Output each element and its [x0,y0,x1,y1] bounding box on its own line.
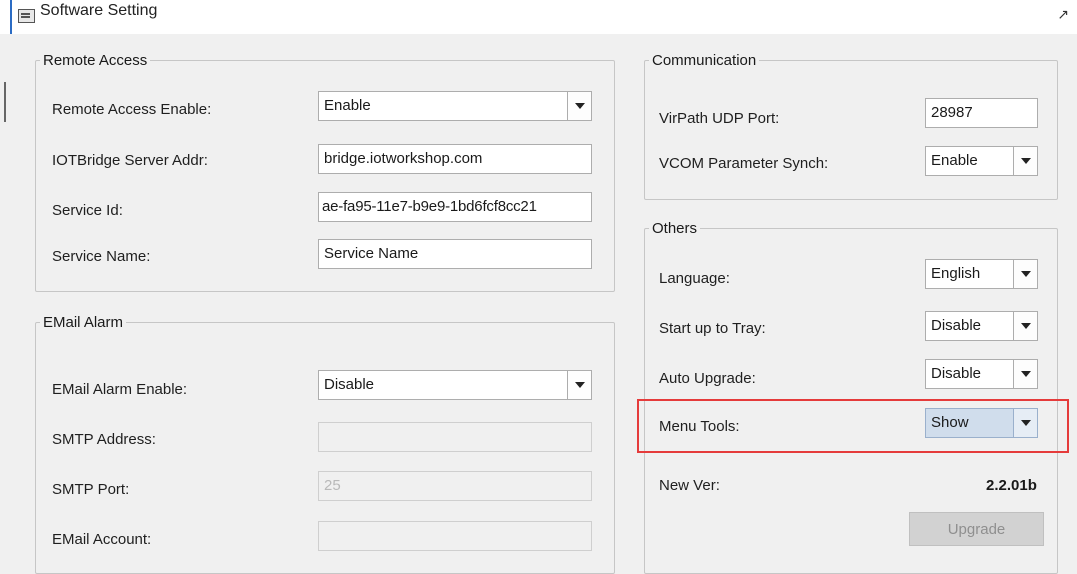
chevron-down-icon[interactable] [1013,312,1037,340]
remote-access-legend: Remote Access [43,52,148,69]
server-addr-input[interactable]: bridge.iotworkshop.com [318,144,592,174]
startup-tray-value: Disable [931,317,982,334]
smtp-port-input[interactable]: 25 [318,471,592,501]
smtp-address-input[interactable] [318,422,592,452]
resize-icon[interactable]: ↗ [1057,6,1069,23]
service-name-input[interactable]: Service Name [318,239,592,269]
menu-tools-label: Menu Tools: [659,418,740,435]
app-icon [18,9,35,23]
chevron-down-icon[interactable] [1013,260,1037,288]
vcom-synch-label: VCOM Parameter Synch: [659,155,829,172]
service-id-value: ae-fa95-11e7-b9e9-1bd6fcf8cc21 [322,198,537,215]
chevron-down-icon[interactable] [567,92,591,120]
remote-access-enable-select[interactable]: Enable [318,91,592,121]
others-legend: Others [652,220,698,237]
vcom-synch-value: Enable [931,152,978,169]
auto-upgrade-value: Disable [931,365,982,382]
new-ver-label: New Ver: [659,477,720,494]
language-select[interactable]: English [925,259,1038,289]
language-value: English [931,265,981,282]
chevron-down-icon[interactable] [1013,147,1037,175]
title-accent [10,0,12,34]
email-alarm-enable-label: EMail Alarm Enable: [52,381,188,398]
startup-tray-select[interactable]: Disable [925,311,1038,341]
service-name-value: Service Name [324,245,419,262]
email-alarm-enable-select[interactable]: Disable [318,370,592,400]
auto-upgrade-select[interactable]: Disable [925,359,1038,389]
chevron-down-icon[interactable] [1013,360,1037,388]
smtp-port-value: 25 [324,477,341,494]
vcom-synch-select[interactable]: Enable [925,146,1038,176]
service-id-input[interactable]: ae-fa95-11e7-b9e9-1bd6fcf8cc21 [318,192,592,222]
udp-port-value: 28987 [931,104,973,121]
communication-legend: Communication [652,52,757,69]
remote-access-enable-value: Enable [324,97,371,114]
service-name-label: Service Name: [52,248,151,265]
window-edge [4,82,6,122]
email-alarm-enable-value: Disable [324,376,375,393]
service-id-label: Service Id: [52,202,123,219]
email-alarm-legend: EMail Alarm [43,314,124,331]
smtp-address-label: SMTP Address: [52,431,156,448]
language-label: Language: [659,270,730,287]
auto-upgrade-label: Auto Upgrade: [659,370,756,387]
server-addr-value: bridge.iotworkshop.com [324,150,483,167]
chevron-down-icon[interactable] [567,371,591,399]
menu-tools-select[interactable]: Show [925,408,1038,438]
chevron-down-icon[interactable] [1013,409,1037,437]
email-account-label: EMail Account: [52,531,152,548]
startup-tray-label: Start up to Tray: [659,320,766,337]
remote-access-enable-label: Remote Access Enable: [52,101,212,118]
upgrade-button[interactable]: Upgrade [909,512,1044,546]
udp-port-label: VirPath UDP Port: [659,110,780,127]
email-account-input[interactable] [318,521,592,551]
window-title: Software Setting [40,2,158,19]
smtp-port-label: SMTP Port: [52,481,130,498]
server-addr-label: IOTBridge Server Addr: [52,152,208,169]
title-bar: Software Setting ↗ [0,0,1077,34]
new-ver-value: 2.2.01b [986,477,1037,494]
udp-port-input[interactable]: 28987 [925,98,1038,128]
menu-tools-value: Show [931,414,969,431]
